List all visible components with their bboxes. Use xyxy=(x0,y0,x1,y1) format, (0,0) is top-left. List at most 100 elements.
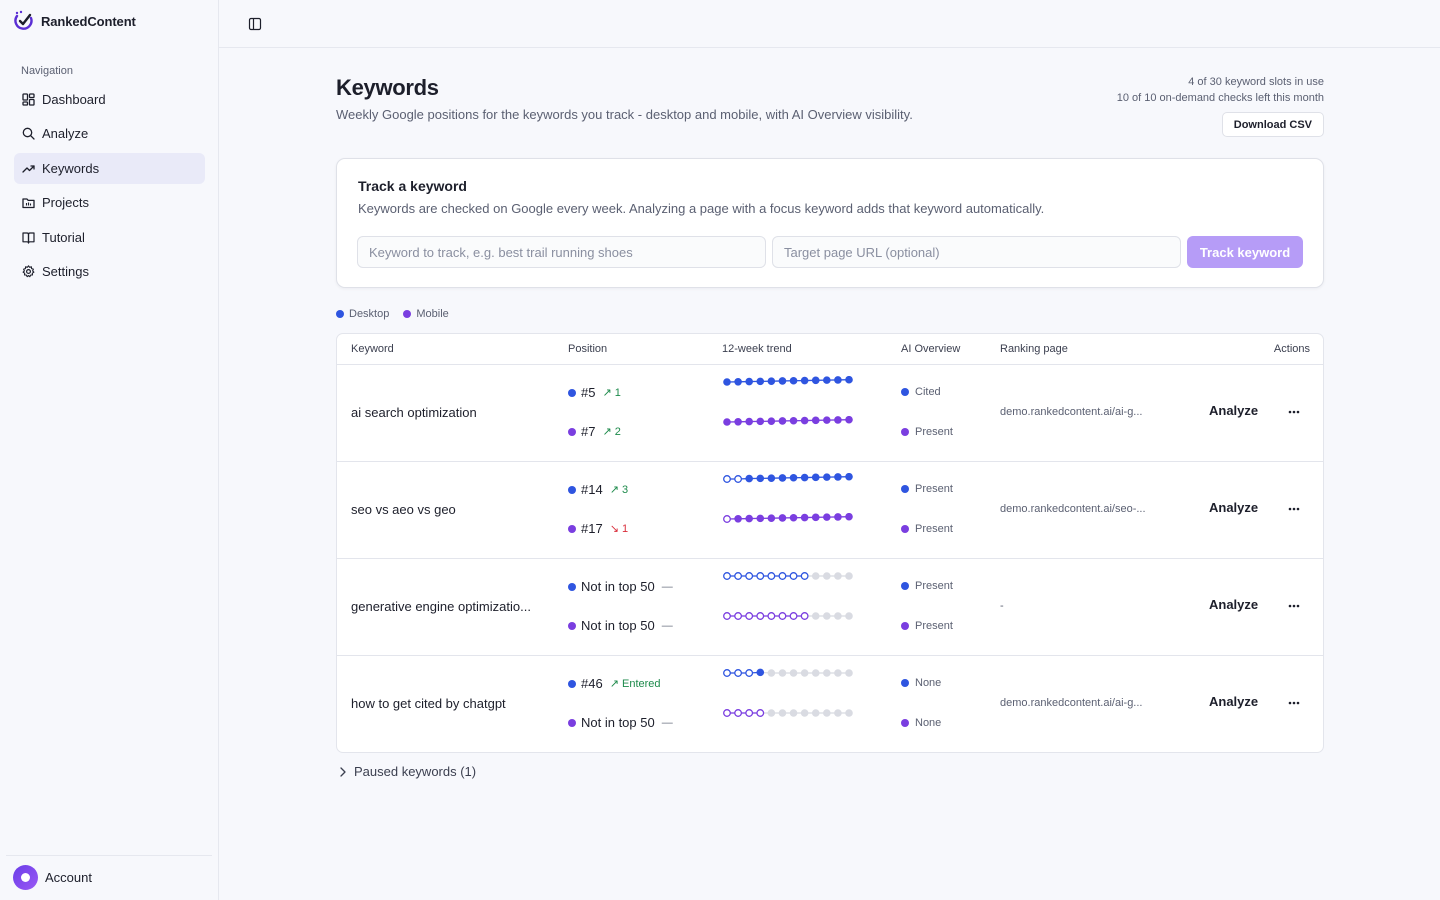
trend-point-ranked xyxy=(745,514,753,523)
position-desktop: #5 ↗ 1 xyxy=(568,385,621,400)
analyze-button[interactable]: Analyze xyxy=(1209,597,1258,612)
keyword-name: ai search optimization xyxy=(351,405,477,420)
trend-point-ranked xyxy=(789,473,798,482)
keyword-name: generative engine optimizatio... xyxy=(351,599,531,614)
change-value: 1 xyxy=(621,523,629,535)
header-ranking-page: Ranking page xyxy=(1000,343,1068,355)
change-value: Entered xyxy=(621,678,661,690)
brand-name: RankedContent xyxy=(41,13,136,29)
analyze-button[interactable]: Analyze xyxy=(1209,403,1258,418)
brand[interactable]: RankedContent xyxy=(13,10,136,32)
legend-mobile: Mobile xyxy=(403,308,449,320)
trend-sparkline-mobile xyxy=(723,513,853,523)
trend-point-ranked xyxy=(834,416,842,424)
ranking-page-link[interactable]: - xyxy=(1000,600,1160,612)
trend-point-unranked xyxy=(767,572,776,580)
trend-point-unranked xyxy=(800,572,809,580)
download-csv-button[interactable]: Download CSV xyxy=(1221,112,1324,137)
position-value: #7 xyxy=(581,424,596,439)
sidebar-item-projects[interactable]: Projects xyxy=(14,187,205,218)
trend-point-ranked xyxy=(778,377,787,385)
ranking-page-link[interactable]: demo.rankedcontent.ai/ai-g... xyxy=(1000,697,1160,709)
ai-overview-status: Present xyxy=(915,580,953,592)
trend-point-no-data xyxy=(767,709,776,717)
trend-point-ranked xyxy=(767,417,776,425)
analyze-button[interactable]: Analyze xyxy=(1209,500,1258,515)
desktop-dot-icon xyxy=(901,582,909,590)
trend-point-unranked xyxy=(778,572,787,580)
ai-overview-status: Cited xyxy=(915,386,941,398)
desktop-dot-icon xyxy=(901,679,909,687)
trend-point-no-data xyxy=(834,572,842,580)
more-actions-icon[interactable] xyxy=(1283,500,1305,518)
paused-keywords-label: Paused keywords (1) xyxy=(354,764,477,779)
trend-point-ranked xyxy=(767,514,776,522)
trend-point-no-data xyxy=(834,709,842,717)
ranking-page-link[interactable]: demo.rankedcontent.ai/ai-g... xyxy=(1000,406,1160,418)
trend-point-unranked xyxy=(745,709,754,717)
trend-point-ranked xyxy=(834,376,842,384)
sidebar-item-tutorial[interactable]: Tutorial xyxy=(14,222,205,253)
change-value: — xyxy=(661,619,673,632)
trend-point-no-data xyxy=(811,669,820,677)
track-keyword-button[interactable]: Track keyword xyxy=(1187,236,1303,268)
trend-point-ranked xyxy=(778,514,787,522)
sidebar-item-label: Analyze xyxy=(42,126,89,142)
paused-keywords-toggle[interactable]: Paused keywords (1) xyxy=(339,764,476,779)
analyze-button[interactable]: Analyze xyxy=(1209,694,1258,709)
sidebar-item-keywords[interactable]: Keywords xyxy=(14,152,205,184)
trend-point-ranked xyxy=(756,417,765,426)
more-actions-icon[interactable] xyxy=(1283,597,1305,615)
trend-point-ranked xyxy=(745,474,753,483)
track-description: Keywords are checked on Google every wee… xyxy=(358,201,1045,216)
sidebar-item-settings[interactable]: Settings xyxy=(14,256,205,287)
desktop-dot-icon xyxy=(568,582,576,591)
change-value: 2 xyxy=(614,426,621,438)
mobile-dot-icon xyxy=(901,428,909,436)
desktop-dot-icon xyxy=(568,388,576,397)
ranking-page-link[interactable]: demo.rankedcontent.ai/seo-... xyxy=(1000,503,1160,515)
desktop-dot-icon xyxy=(901,388,909,396)
trend-point-ranked xyxy=(756,514,765,523)
table-row: how to get cited by chatgpt #46 ↗ Entere… xyxy=(337,656,1323,752)
position-value: #46 xyxy=(581,676,603,691)
change-value: — xyxy=(661,716,673,729)
trend-sparkline-mobile xyxy=(723,612,853,620)
change-arrow-icon: ↗ xyxy=(609,678,619,690)
device-legend: Desktop Mobile xyxy=(336,308,449,320)
ai-overview-desktop: Present xyxy=(901,483,953,495)
trend-point-no-data xyxy=(811,612,820,620)
target-url-input[interactable] xyxy=(772,236,1181,268)
keyword-name: how to get cited by chatgpt xyxy=(351,696,506,711)
change-arrow-icon: ↘ xyxy=(609,523,619,535)
trend-point-unranked xyxy=(734,709,743,717)
change-arrow-icon: ↗ xyxy=(602,387,612,399)
trend-point-no-data xyxy=(834,612,842,620)
change-value: 3 xyxy=(621,484,629,496)
more-actions-icon[interactable] xyxy=(1283,694,1305,712)
ai-overview-status: None xyxy=(915,677,942,689)
ai-overview-status: Present xyxy=(915,426,953,438)
trend-point-ranked xyxy=(811,513,820,522)
mobile-dot-icon xyxy=(568,427,576,436)
keyword-input[interactable] xyxy=(357,236,766,268)
trend-point-ranked xyxy=(789,416,798,425)
position-value: #14 xyxy=(581,482,603,497)
more-actions-icon[interactable] xyxy=(1283,403,1305,421)
sidebar-item-analyze[interactable]: Analyze xyxy=(14,118,205,149)
trend-point-ranked xyxy=(734,417,742,426)
sidebar-toggle-icon[interactable] xyxy=(248,17,262,31)
trend-point-unranked xyxy=(723,612,731,620)
trend-point-unranked xyxy=(800,612,809,620)
position-change: ↗ 3 xyxy=(610,483,628,496)
ai-overview-desktop: Cited xyxy=(901,386,941,398)
sidebar-item-dashboard[interactable]: Dashboard xyxy=(14,84,205,115)
position-mobile: #17 ↘ 1 xyxy=(568,521,628,536)
trend-point-ranked xyxy=(778,417,787,425)
trend-point-unranked xyxy=(756,572,765,580)
trend-point-ranked xyxy=(778,474,787,482)
sidebar-nav: Dashboard Analyze Keywords Projects Tuto… xyxy=(14,84,205,290)
trend-point-no-data xyxy=(767,669,776,677)
track-title: Track a keyword xyxy=(358,178,467,194)
account-button[interactable]: Account xyxy=(13,865,92,890)
